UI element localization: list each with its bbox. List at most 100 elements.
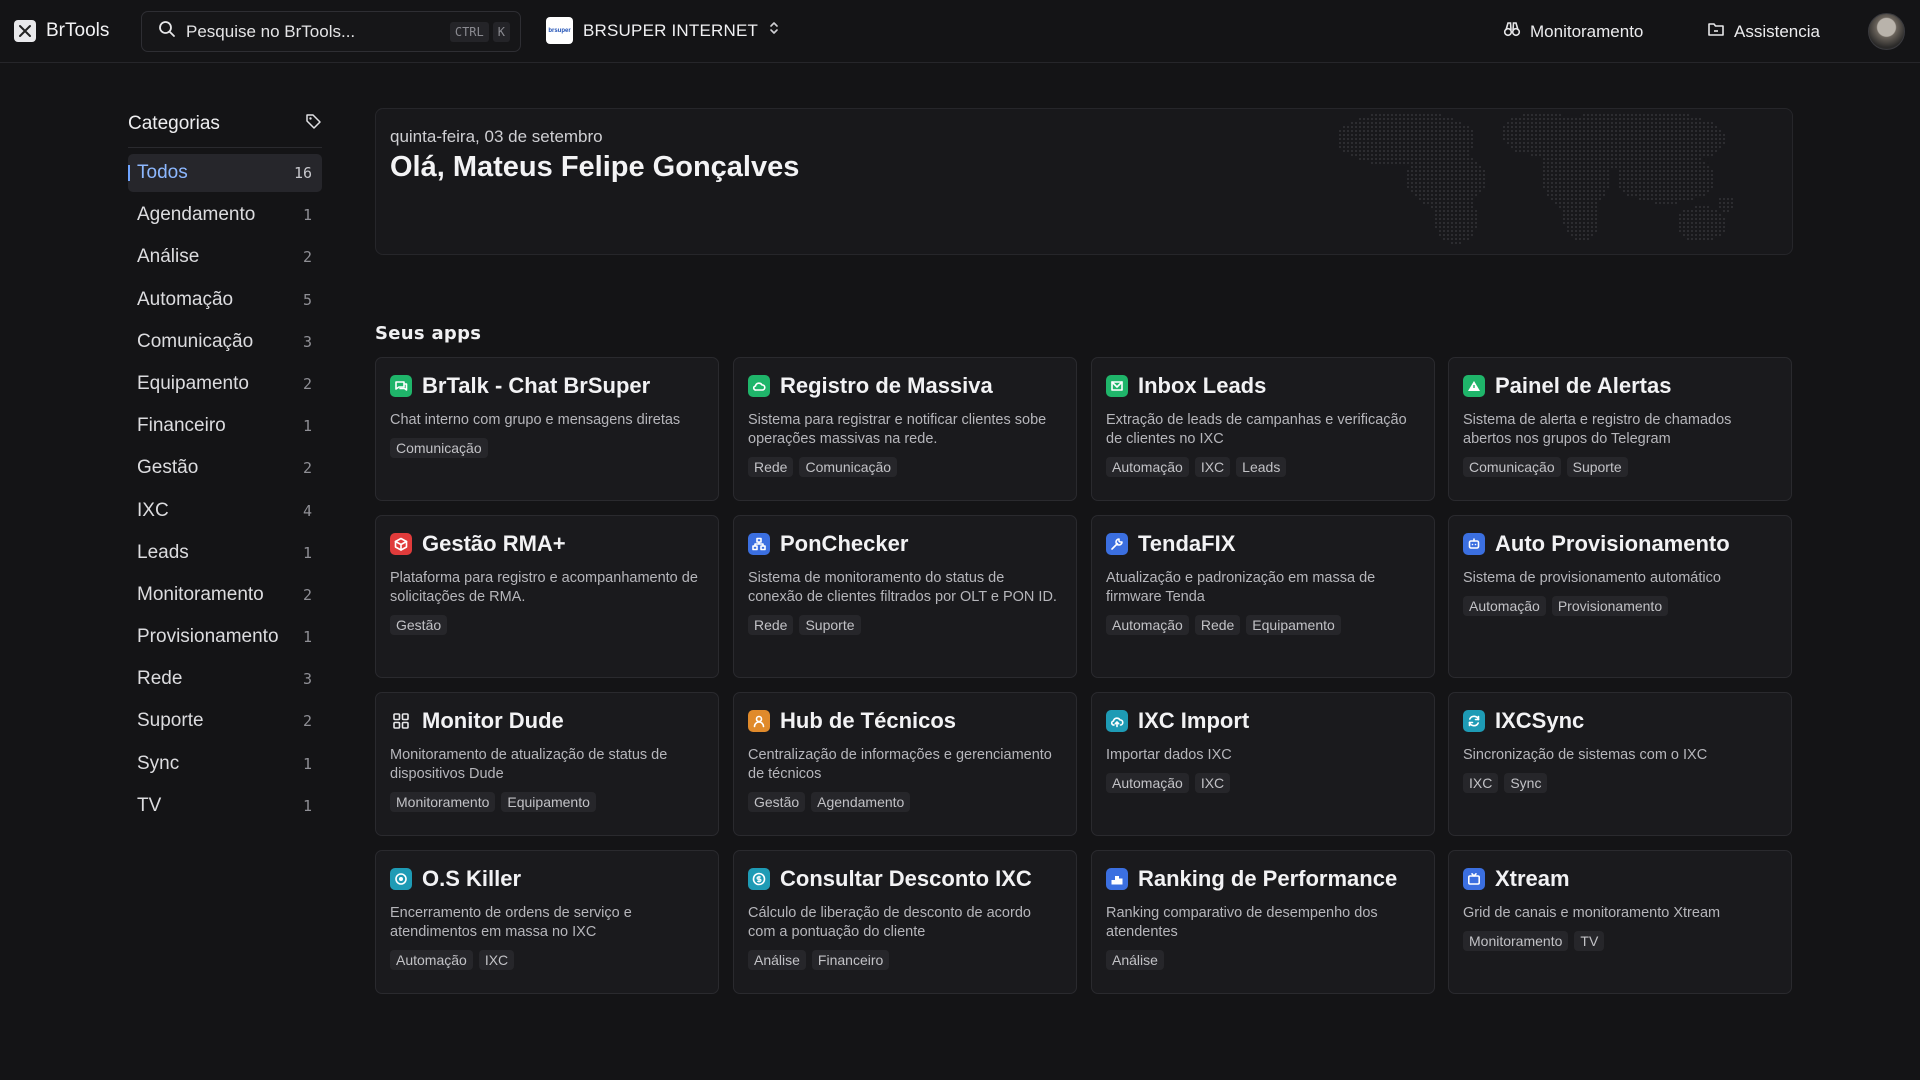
app-card[interactable]: Painel de Alertas Sistema de alerta e reg… — [1448, 357, 1792, 501]
sidebar-item-leads[interactable]: Leads 1 — [128, 534, 322, 572]
app-title: Ranking de Performance — [1138, 866, 1398, 891]
app-card[interactable]: Xtream Grid de canais e monitoramento Xtr… — [1448, 850, 1792, 994]
app-tags: Gestão Agendamento — [748, 792, 1062, 812]
app-tag: Análise — [748, 950, 806, 970]
network-icon — [748, 533, 770, 555]
app-tag: Equipamento — [1246, 615, 1341, 635]
app-card[interactable]: Inbox Leads Extração de leads de campanha… — [1091, 357, 1435, 501]
tv-icon — [1463, 868, 1485, 890]
category-count: 3 — [302, 670, 312, 689]
app-card[interactable]: Auto Provisionamento Sistema de provision… — [1448, 515, 1792, 678]
app-tags: Automação IXC — [1106, 773, 1420, 793]
welcome-banner: quinta-feira, 03 de setembro Olá, Mateus… — [375, 108, 1793, 255]
org-name: BRSUPER INTERNET — [583, 20, 759, 40]
app-tag: Monitoramento — [1463, 931, 1569, 951]
app-title: Auto Provisionamento — [1495, 531, 1730, 556]
chat-icon — [390, 375, 412, 397]
app-tag: Automação — [1106, 457, 1189, 477]
top-bar: BrTools Pesquise no BrTools... CTRL K br… — [0, 0, 1920, 63]
app-tags: Análise Financeiro — [748, 950, 1062, 970]
org-switcher[interactable]: brsuper BRSUPER INTERNET — [546, 17, 780, 44]
sidebar-item-automacao[interactable]: Automação 5 — [128, 281, 322, 319]
app-title: Painel de Alertas — [1495, 373, 1672, 398]
sync-icon — [1463, 710, 1485, 732]
app-card[interactable]: Gestão RMA+ Plataforma para registro e ac… — [375, 515, 719, 678]
category-label: IXC — [137, 499, 169, 521]
tools-icon — [14, 20, 36, 42]
search-placeholder: Pesquise no BrTools... — [186, 21, 356, 41]
app-tag: Rede — [748, 615, 794, 635]
app-tag: Comunicação — [390, 438, 488, 458]
app-card[interactable]: TendaFIX Atualização e padronização em ma… — [1091, 515, 1435, 678]
sidebar-title: Categorias — [128, 112, 220, 134]
app-tags: Automação Provisionamento — [1463, 596, 1777, 616]
sidebar-item-ixc[interactable]: IXC 4 — [128, 492, 322, 530]
sidebar-item-tv[interactable]: TV 1 — [128, 787, 322, 825]
app-tags: Monitoramento Equipamento — [390, 792, 704, 812]
app-header: Xtream — [1463, 866, 1777, 892]
app-title: O.S Killer — [422, 866, 522, 891]
sidebar-item-agendamento[interactable]: Agendamento 1 — [128, 196, 322, 234]
app-title: Inbox Leads — [1138, 373, 1267, 398]
podium-icon — [1106, 868, 1128, 890]
sidebar-item-monitoramento[interactable]: Monitoramento 2 — [128, 576, 322, 614]
app-tag: Automação — [390, 950, 473, 970]
sidebar-item-financeiro[interactable]: Financeiro 1 — [128, 407, 322, 445]
brand[interactable]: BrTools — [14, 20, 109, 42]
app-tag: Monitoramento — [390, 792, 496, 812]
app-tags: Gestão — [390, 615, 704, 635]
grid-icon — [390, 710, 412, 732]
wrench-icon — [1106, 533, 1128, 555]
app-card[interactable]: Monitor Dude Monitoramento de atualização… — [375, 692, 719, 836]
sidebar-item-provisionamento[interactable]: Provisionamento 1 — [128, 618, 322, 656]
app-card[interactable]: O.S Killer Encerramento de ordens de serv… — [375, 850, 719, 994]
shortcut-key-ctrl: CTRL — [449, 21, 489, 42]
app-card[interactable]: IXC Import Importar dados IXC Automação IXC — [1091, 692, 1435, 836]
nav-monitoramento[interactable]: Monitoramento — [1503, 20, 1643, 43]
app-title: TendaFIX — [1138, 531, 1236, 556]
app-title: PonChecker — [780, 531, 909, 556]
category-sidebar: Categorias Todos 16 Agendamento 1 Análise 2 Au… — [128, 108, 322, 829]
sidebar-item-suporte[interactable]: Suporte 2 — [128, 702, 322, 740]
category-count: 2 — [302, 712, 312, 731]
app-tag: Sync — [1504, 773, 1548, 793]
app-card[interactable]: Ranking de Performance Ranking comparativ… — [1091, 850, 1435, 994]
sidebar-item-analise[interactable]: Análise 2 — [128, 238, 322, 276]
app-header: TendaFIX — [1106, 531, 1420, 557]
sidebar-item-sync[interactable]: Sync 1 — [128, 745, 322, 783]
app-description: Encerramento de ordens de serviço e aten… — [390, 905, 632, 940]
search-input[interactable]: Pesquise no BrTools... CTRL K — [141, 11, 521, 52]
app-title: IXC Import — [1138, 708, 1250, 733]
sidebar-item-rede[interactable]: Rede 3 — [128, 660, 322, 698]
category-label: Análise — [137, 246, 200, 268]
sidebar-item-gestao[interactable]: Gestão 2 — [128, 449, 322, 487]
technician-icon — [748, 710, 770, 732]
app-card[interactable]: Consultar Desconto IXC Cálculo de liberaç… — [733, 850, 1077, 994]
sidebar-item-todos[interactable]: Todos 16 — [128, 154, 322, 192]
shortcut-key-k: K — [492, 21, 510, 42]
app-description: Sistema de monitoramento do status de co… — [748, 570, 1057, 605]
app-card[interactable]: PonChecker Sistema de monitoramento do st… — [733, 515, 1077, 678]
nav-monitoramento-label: Monitoramento — [1530, 21, 1644, 41]
category-label: Comunicação — [137, 330, 254, 352]
nav-assistencia[interactable]: Assistencia — [1707, 20, 1820, 43]
app-card[interactable]: BrTalk - Chat BrSuper Chat interno com gr… — [375, 357, 719, 501]
category-count: 1 — [302, 628, 312, 647]
search-icon — [158, 20, 176, 43]
app-card[interactable]: Hub de Técnicos Centralização de informaç… — [733, 692, 1077, 836]
avatar[interactable] — [1868, 13, 1905, 50]
org-logo: brsuper — [546, 17, 573, 44]
app-tag: Automação — [1106, 615, 1189, 635]
binoculars-icon — [1503, 20, 1521, 43]
search-shortcut: CTRL K — [449, 21, 510, 42]
sidebar-item-comunicacao[interactable]: Comunicação 3 — [128, 323, 322, 361]
app-description: Grid de canais e monitoramento Xtream — [1463, 905, 1721, 921]
app-tag: Provisionamento — [1551, 596, 1669, 616]
category-label: Sync — [137, 752, 180, 774]
sidebar-item-equipamento[interactable]: Equipamento 2 — [128, 365, 322, 403]
app-tag: Análise — [1106, 950, 1164, 970]
tag-icon[interactable] — [305, 113, 322, 135]
app-card[interactable]: IXCSync Sincronização de sistemas com o I… — [1448, 692, 1792, 836]
app-card[interactable]: Registro de Massiva Sistema para registra… — [733, 357, 1077, 501]
app-description: Cálculo de liberação de desconto de acor… — [748, 905, 1031, 940]
